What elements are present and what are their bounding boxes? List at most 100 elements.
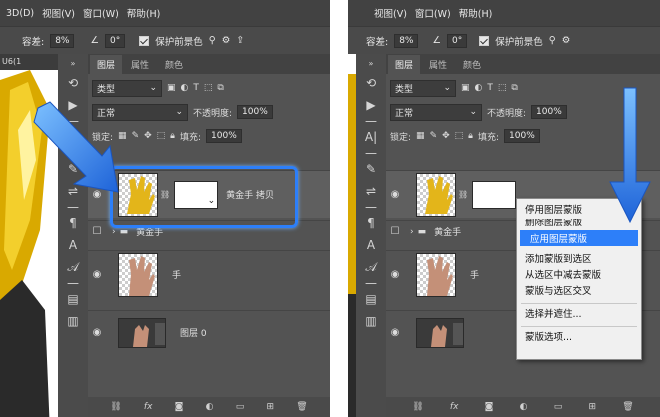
layer-row[interactable]: ◉ 手 [88, 250, 330, 298]
layer-name[interactable]: 图层 0 [180, 326, 207, 339]
library-icon[interactable]: ▤ [359, 288, 383, 310]
adjust-icon[interactable]: ⇌ [359, 180, 383, 202]
history-icon[interactable]: ⟲ [61, 72, 85, 94]
doc-tab[interactable]: U6(1 [0, 54, 58, 70]
visibility-box[interactable]: ☐ [88, 226, 106, 237]
layer-name[interactable]: 手 [172, 268, 181, 281]
mask-icon[interactable]: ◙ [175, 402, 184, 412]
blend-dropdown[interactable]: 正常 ⌄ [390, 103, 482, 121]
type-filter-icon[interactable]: T [193, 83, 199, 93]
adjustment-icon[interactable]: ◐ [206, 402, 214, 412]
eye-icon[interactable]: ◉ [386, 327, 404, 338]
fill-field[interactable]: 100% [206, 129, 242, 143]
tab-color[interactable]: 颜色 [456, 55, 488, 74]
adjustment-icon[interactable]: ◐ [520, 402, 528, 412]
fx-icon[interactable]: fx [450, 402, 459, 412]
smart-filter-icon[interactable]: ⧉ [511, 83, 517, 93]
share-icon[interactable]: ⇪ [236, 35, 244, 46]
folder-icon[interactable]: ▭ [236, 402, 245, 412]
protect-checkbox[interactable] [479, 35, 490, 46]
new-layer-icon[interactable]: ⊞ [588, 402, 596, 412]
menu-help[interactable]: 帮助(H) [459, 6, 493, 20]
menu-help[interactable]: 帮助(H) [127, 6, 161, 20]
character-icon[interactable]: A [61, 234, 85, 256]
group-name[interactable]: 黄金手 [434, 225, 461, 238]
link-icon[interactable]: ⛓ [458, 190, 468, 199]
filter-dropdown[interactable]: 类型 ⌄ [92, 79, 162, 97]
fx-icon[interactable]: fx [144, 402, 153, 412]
filter-dropdown[interactable]: 类型 ⌄ [390, 79, 456, 97]
tab-properties[interactable]: 属性 [124, 55, 156, 74]
lock-all-icon[interactable]: 🔒︎ [170, 131, 175, 141]
angle-field[interactable]: 0° [105, 33, 126, 48]
new-layer-icon[interactable]: ⊞ [266, 402, 274, 412]
lock-move-icon[interactable]: ✥ [442, 131, 450, 141]
folder-icon[interactable]: ▭ [554, 402, 563, 412]
lock-brush-icon[interactable]: ✎ [430, 131, 438, 141]
eye-icon[interactable]: ◉ [386, 189, 404, 200]
tab-properties[interactable]: 属性 [422, 55, 454, 74]
tolerance-field[interactable]: 8% [50, 33, 75, 48]
chevron-right-icon[interactable]: › [410, 227, 414, 237]
mask-icon[interactable]: ◙ [485, 402, 494, 412]
protect-checkbox[interactable] [139, 35, 150, 46]
trash-icon[interactable]: 🗑︎ [622, 402, 633, 412]
history-icon[interactable]: ⟲ [359, 72, 383, 94]
menu-item-apply-mask[interactable]: 应用图层蒙版 [520, 230, 638, 246]
layer-mask-thumbnail[interactable] [472, 180, 517, 209]
play-icon[interactable]: ▶ [359, 94, 383, 116]
lock-pixels-icon[interactable]: ▦ [416, 131, 425, 141]
menu-view[interactable]: 视图(V) [374, 6, 407, 20]
glyphs-icon[interactable]: 𝒜 [359, 256, 383, 278]
tab-layers[interactable]: 图层 [388, 55, 421, 74]
menu-item-subtract-from-selection[interactable]: 从选区中减去蒙版 [517, 268, 641, 284]
type-filter-icon[interactable]: T [487, 83, 493, 93]
shape-filter-icon[interactable]: ⬚ [204, 83, 213, 93]
eye-icon[interactable]: ◉ [88, 269, 106, 280]
lock-all-icon[interactable]: 🔒︎ [468, 131, 473, 141]
menu-item-select-and-mask[interactable]: 选择并遮住... [517, 307, 641, 323]
image-filter-icon[interactable]: ▣ [167, 83, 176, 93]
visibility-box[interactable]: ☐ [386, 226, 404, 237]
trash-icon[interactable]: 🗑︎ [296, 402, 307, 412]
smart-filter-icon[interactable]: ⧉ [217, 83, 223, 93]
paragraph-style-icon[interactable]: ¶ [359, 212, 383, 234]
link-icon[interactable]: ⛓ [412, 402, 423, 412]
opacity-field[interactable]: 100% [237, 105, 273, 119]
notes-icon[interactable]: ▥ [61, 310, 85, 332]
gear-icon[interactable]: ⚙ [562, 35, 571, 46]
opacity-field[interactable]: 100% [531, 105, 567, 119]
angle-field[interactable]: 0° [447, 33, 468, 48]
menu-item-mask-options[interactable]: 蒙版选项... [517, 330, 641, 346]
menu-3d[interactable]: 3D(D) [6, 8, 34, 19]
lock-artboard-icon[interactable]: ⬚ [157, 131, 166, 141]
library-icon[interactable]: ▤ [61, 288, 85, 310]
tab-color[interactable]: 颜色 [158, 55, 190, 74]
layer-name[interactable]: 手 [470, 268, 479, 281]
image-filter-icon[interactable]: ▣ [461, 83, 470, 93]
gear-icon[interactable]: ⚙ [222, 35, 231, 46]
menu-item-intersect-selection[interactable]: 蒙版与选区交叉 [517, 284, 641, 300]
search-icon[interactable]: ⚲ [549, 35, 556, 46]
collapse-icon[interactable]: » [61, 54, 85, 72]
link-icon[interactable]: ⛓ [110, 402, 121, 412]
fill-field[interactable]: 100% [504, 129, 540, 143]
menu-view[interactable]: 视图(V) [42, 6, 75, 20]
paragraph-style-icon[interactable]: ¶ [61, 212, 85, 234]
tolerance-field[interactable]: 8% [394, 33, 419, 48]
menu-window[interactable]: 窗口(W) [83, 6, 119, 20]
eye-icon[interactable]: ◉ [88, 327, 106, 338]
lock-artboard-icon[interactable]: ⬚ [455, 131, 464, 141]
chevron-right-icon[interactable]: › [112, 227, 116, 237]
brush-icon[interactable]: ✎ [359, 158, 383, 180]
shape-filter-icon[interactable]: ⬚ [498, 83, 507, 93]
menu-item-add-to-selection[interactable]: 添加蒙版到选区 [517, 252, 641, 268]
character-icon[interactable]: A [359, 234, 383, 256]
glyphs-icon[interactable]: 𝒜 [61, 256, 85, 278]
adjustment-filter-icon[interactable]: ◐ [475, 83, 483, 93]
layer-row[interactable]: ◉ 图层 0 [88, 310, 330, 354]
eye-icon[interactable]: ◉ [386, 269, 404, 280]
search-icon[interactable]: ⚲ [209, 35, 216, 46]
tab-layers[interactable]: 图层 [90, 55, 123, 74]
adjustment-filter-icon[interactable]: ◐ [181, 83, 189, 93]
